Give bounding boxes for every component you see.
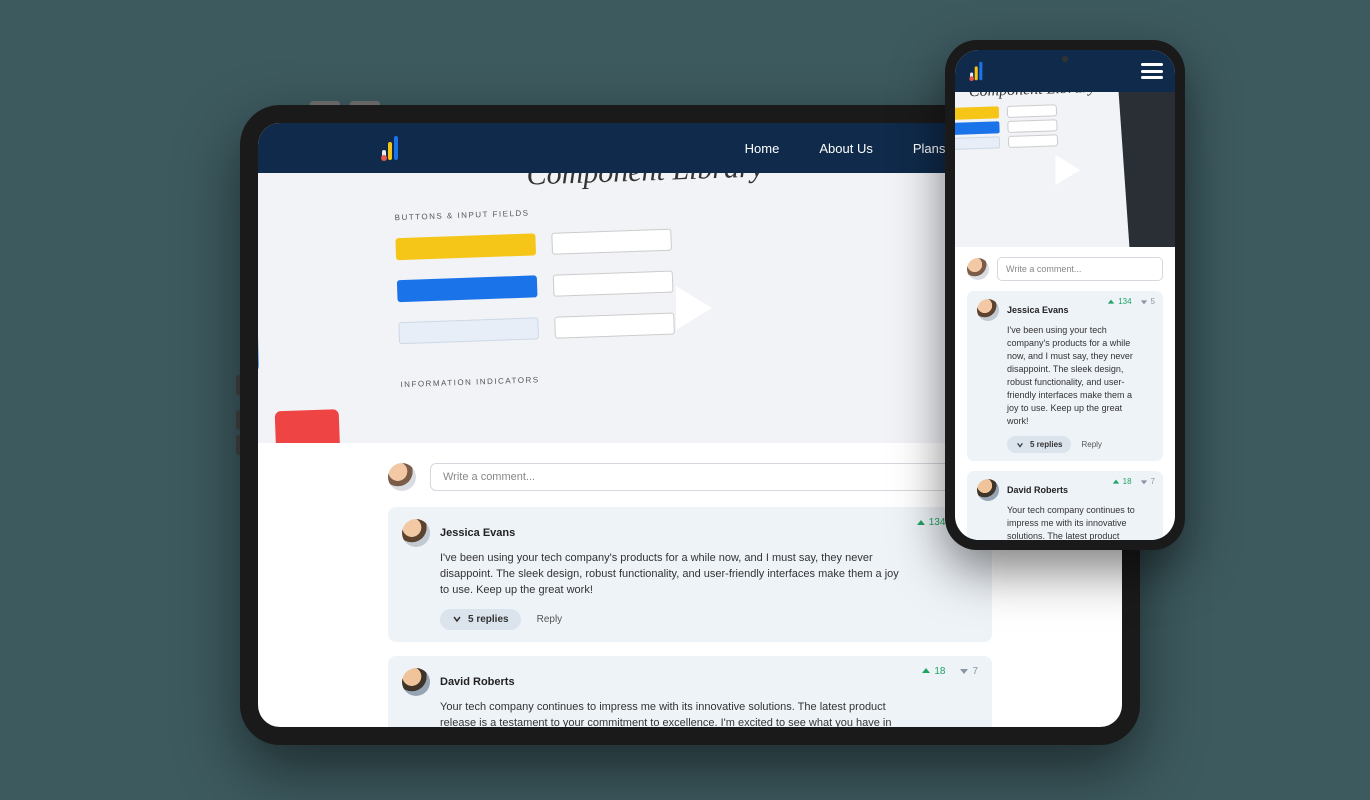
avatar — [977, 479, 999, 501]
comment-card: Jessica Evans 134 5 I've been using your… — [967, 291, 1163, 461]
nav-plans[interactable]: Plans — [913, 141, 946, 156]
reply-link[interactable]: Reply — [537, 614, 563, 625]
replies-toggle[interactable]: 5 replies — [440, 609, 521, 630]
phone-comments-section: Write a comment... Jessica Evans 134 5 — [955, 247, 1175, 540]
downvote-button[interactable]: 5 — [1140, 297, 1155, 306]
demo-box-1 — [551, 229, 672, 255]
hero-title: Component Library — [955, 92, 1122, 102]
avatar — [402, 668, 430, 696]
comment-body: I've been using your tech company's prod… — [1007, 324, 1143, 428]
nav-about[interactable]: About Us — [819, 141, 872, 156]
avatar — [402, 519, 430, 547]
logo-icon — [378, 134, 404, 162]
comment-author: David Roberts — [440, 676, 515, 688]
avatar — [977, 299, 999, 321]
comment-author: Jessica Evans — [440, 527, 515, 539]
demo-box-2 — [553, 271, 674, 297]
replies-toggle[interactable]: 5 replies — [1007, 436, 1071, 453]
upvote-button[interactable]: 18 — [1112, 477, 1132, 486]
comment-input[interactable]: Write a comment... — [997, 257, 1163, 281]
nav-home[interactable]: Home — [745, 141, 780, 156]
downvote-button[interactable]: 7 — [959, 666, 978, 677]
hero-title: Component Library — [526, 173, 765, 193]
current-user-avatar — [388, 463, 416, 491]
demo-yellow-button — [395, 233, 536, 260]
comment-input[interactable]: Write a comment... — [430, 463, 992, 491]
demo-light-button — [398, 317, 539, 344]
demo-blue-button — [397, 275, 538, 302]
comment-author: David Roberts — [1007, 485, 1068, 495]
upvote-button[interactable]: 18 — [921, 666, 945, 677]
play-button[interactable] — [1043, 148, 1087, 192]
hero-left-cards — [258, 299, 341, 443]
comment-input-row: Write a comment... — [967, 257, 1163, 281]
hero-section-buttons: BUTTONS & INPUT FIELDS — [395, 196, 899, 223]
comment-author: Jessica Evans — [1007, 305, 1069, 315]
phone-navbar — [955, 50, 1175, 92]
logo-icon — [967, 60, 987, 82]
comment-body: Your tech company continues to impress m… — [440, 700, 908, 727]
reply-link[interactable]: Reply — [1081, 440, 1101, 449]
phone-screen: Component Library Write a comment... Jes… — [955, 50, 1175, 540]
upvote-button[interactable]: 134 — [1107, 297, 1131, 306]
phone-device-frame: Component Library Write a comment... Jes… — [945, 40, 1185, 550]
hamburger-menu-icon[interactable] — [1141, 63, 1163, 79]
comment-body: I've been using your tech company's prod… — [440, 551, 908, 599]
comment-input-row: Write a comment... — [388, 463, 992, 491]
phone-video-hero: Component Library — [955, 92, 1175, 247]
comment-card: David Roberts 18 7 Your tech company con… — [967, 471, 1163, 540]
comment-body: Your tech company continues to impress m… — [1007, 504, 1143, 540]
play-button[interactable] — [658, 276, 722, 340]
comment-card: Jessica Evans 134 5 I've been using your… — [388, 507, 992, 642]
comment-card: David Roberts 18 7 Your tech company con… — [388, 656, 992, 727]
upvote-button[interactable]: 134 — [916, 517, 946, 528]
chevron-down-icon — [452, 614, 462, 624]
hero-section-info: INFORMATION INDICATORS — [400, 363, 904, 390]
demo-box-3 — [554, 313, 675, 339]
downvote-button[interactable]: 7 — [1140, 477, 1155, 486]
current-user-avatar — [967, 258, 989, 280]
chevron-down-icon — [1016, 441, 1024, 449]
